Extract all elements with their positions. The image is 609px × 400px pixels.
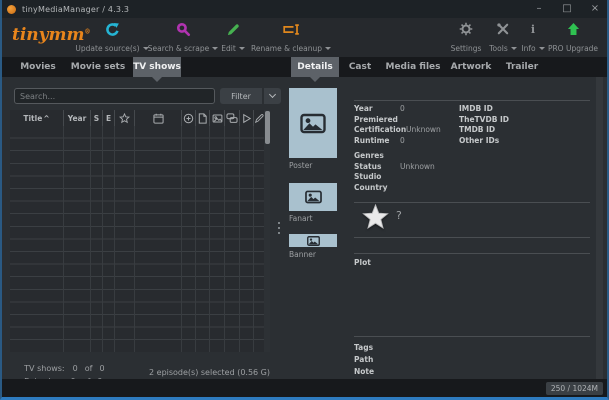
app-icon [7, 5, 16, 14]
field-runtime-value: 0 [400, 136, 405, 145]
field-imdb-id-label: IMDB ID [459, 104, 493, 113]
col-episodes[interactable]: E [103, 110, 115, 126]
col-year[interactable]: Year [64, 110, 91, 126]
field-thetvdb-id-label: TheTVDB ID [459, 115, 509, 124]
rating-star[interactable] [362, 204, 389, 234]
images-icon [212, 113, 223, 124]
divider [354, 253, 590, 254]
col-images[interactable] [210, 110, 225, 126]
pro-upgrade-button[interactable]: PRO Upgrade [544, 21, 602, 55]
tab-cast[interactable]: Cast [344, 57, 376, 77]
plot-label: Plot [354, 258, 371, 267]
star-icon [362, 204, 389, 230]
field-premiered-label: Premiered [354, 115, 398, 124]
nfo-icon [197, 113, 208, 124]
chevron-down-icon [325, 47, 331, 50]
field-status-label: Status [354, 162, 381, 171]
poster-label: Poster [289, 161, 312, 170]
divider [354, 237, 590, 238]
col-nfo[interactable] [196, 110, 210, 126]
field-runtime-label: Runtime [354, 136, 390, 145]
note-label: Note [354, 367, 374, 376]
col-rating[interactable] [115, 110, 135, 126]
gear-icon [459, 21, 473, 37]
tv-show-table: Title^ Year S E [10, 110, 270, 352]
filter-button[interactable]: Filter [220, 88, 262, 104]
poster-slot[interactable] [289, 88, 337, 158]
refresh-icon [105, 21, 120, 37]
tags-label: Tags [354, 343, 373, 352]
table-header: Title^ Year S E [10, 110, 264, 126]
field-year-label: Year [354, 104, 373, 113]
banner-slot[interactable] [289, 234, 337, 247]
window-title: tinyMediaManager / 4.3.3 [22, 5, 129, 14]
rename-icon [283, 21, 300, 37]
tab-artwork[interactable]: Artwork [449, 57, 493, 77]
banner-label: Banner [289, 250, 316, 259]
table-scrollbar-thumb[interactable] [265, 111, 270, 144]
app-window: tinyMediaManager / 4.3.3 – □ × tinymm® U… [0, 0, 609, 400]
fanart-label: Fanart [289, 214, 313, 223]
tools-icon [496, 21, 510, 37]
field-year-value: 0 [400, 104, 405, 113]
tab-strip: Movies Movie sets TV shows Details Cast … [0, 57, 609, 77]
date-added-icon [183, 113, 194, 124]
rename-cleanup-button[interactable]: Rename & cleanup [240, 21, 342, 55]
field-genres-label: Genres [354, 151, 384, 160]
title-bar: tinyMediaManager / 4.3.3 – □ × [0, 0, 609, 18]
col-title[interactable]: Title^ [10, 110, 64, 126]
edit-pencil-icon [226, 21, 241, 37]
field-other-ids-label: Other IDs [459, 136, 499, 145]
tab-media-files[interactable]: Media files [384, 57, 442, 77]
image-placeholder-icon [300, 113, 326, 134]
pen-icon [254, 113, 264, 124]
divider [354, 100, 590, 101]
table-body[interactable] [10, 126, 264, 352]
path-label: Path [354, 355, 373, 364]
tab-trailer[interactable]: Trailer [502, 57, 542, 77]
rating-unknown: ? [396, 209, 402, 222]
col-aired[interactable] [135, 110, 182, 126]
table-scrollbar[interactable] [264, 110, 270, 352]
col-pen[interactable] [254, 110, 264, 126]
field-certification-label: Certification [354, 125, 406, 134]
field-certification-value: Unknown [406, 125, 441, 134]
col-date-added[interactable] [182, 110, 196, 126]
tab-tv-shows[interactable]: TV shows [133, 57, 181, 77]
upgrade-arrow-icon [567, 21, 580, 37]
aired-date-icon [153, 113, 164, 124]
minimize-button[interactable]: – [533, 0, 545, 18]
divider [354, 202, 590, 203]
toolbar: tinymm® Update source(s) Search & scrape [0, 18, 609, 57]
info-icon: i [531, 21, 535, 37]
selection-status: 2 episode(s) selected (0.56 G) [112, 368, 270, 377]
image-placeholder-icon [305, 190, 322, 204]
field-status-value: Unknown [400, 162, 435, 171]
col-seasons[interactable]: S [91, 110, 103, 126]
rating-star-icon [119, 113, 130, 124]
details-scrollbar[interactable] [596, 77, 603, 379]
tab-movie-sets[interactable]: Movie sets [68, 57, 128, 77]
col-subtitles[interactable] [225, 110, 240, 126]
search-scrape-icon [176, 21, 191, 37]
image-placeholder-icon [307, 236, 320, 246]
close-button[interactable]: × [589, 0, 601, 18]
memory-indicator: 250 / 1024M [546, 382, 603, 395]
fanart-slot[interactable] [289, 183, 337, 211]
status-bar: 250 / 1024M [0, 379, 609, 397]
subtitles-icon [226, 113, 238, 124]
col-trailer[interactable] [240, 110, 254, 126]
divider [354, 336, 590, 337]
field-studio-label: Studio [354, 172, 381, 181]
search-input[interactable] [14, 88, 215, 104]
trailer-play-icon [241, 113, 252, 124]
tab-details[interactable]: Details [291, 57, 339, 77]
maximize-button[interactable]: □ [561, 0, 573, 18]
field-tmdb-id-label: TMDB ID [459, 125, 495, 134]
tab-movies[interactable]: Movies [12, 57, 64, 77]
field-country-label: Country [354, 183, 388, 192]
panel-splitter[interactable] [272, 77, 286, 379]
